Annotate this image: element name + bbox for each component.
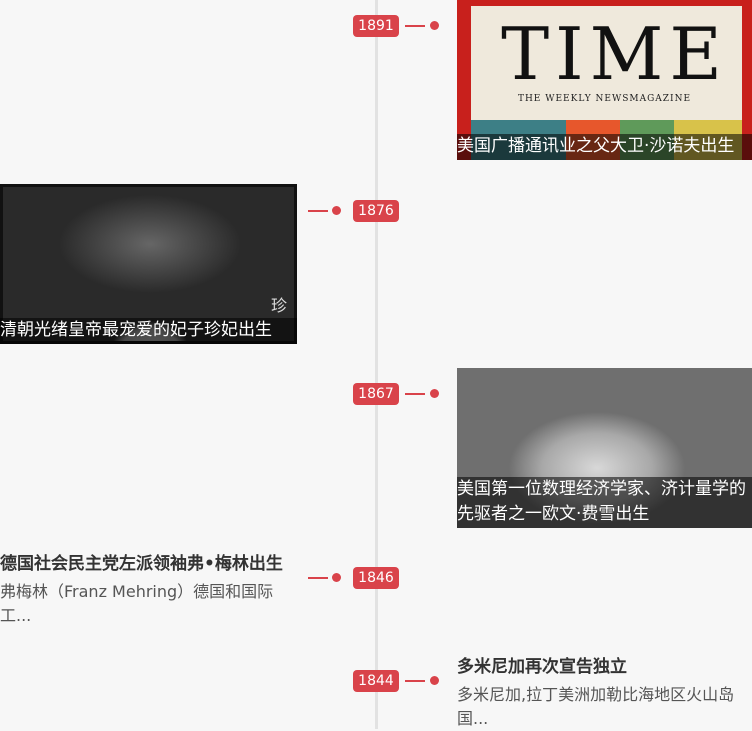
year-badge: 1876 xyxy=(353,200,399,222)
timeline-axis xyxy=(375,0,378,729)
time-logo: TIME xyxy=(501,12,728,96)
event-title[interactable]: 多米尼加再次宣告独立 xyxy=(457,655,752,679)
year-badge: 1867 xyxy=(353,383,399,405)
timeline-dot xyxy=(332,573,341,582)
event-description: 弗梅林（Franz Mehring）德国和国际工... xyxy=(0,582,274,625)
event-caption[interactable]: 美国第一位数理经济学家、济计量学的先驱者之一欧文·费雪出生 xyxy=(457,477,752,528)
connector-line xyxy=(308,577,328,579)
connector-line xyxy=(405,680,425,682)
event-text-card[interactable]: 德国社会民主党左派领袖弗•梅林出生 弗梅林（Franz Mehring）德国和国… xyxy=(0,552,295,628)
timeline-dot xyxy=(430,389,439,398)
event-card-image[interactable]: TIME THE WEEKLY NEWSMAGAZINE 美国广播通讯业之父大卫… xyxy=(457,0,752,160)
connector-line xyxy=(405,25,425,27)
event-card-image[interactable]: 珍 清朝光绪皇帝最宠爱的妃子珍妃出生 xyxy=(0,184,297,344)
time-subtitle: THE WEEKLY NEWSMAGAZINE xyxy=(517,94,692,104)
timeline-dot xyxy=(430,676,439,685)
event-description: 多米尼加,拉丁美洲加勒比海地区火山岛国... xyxy=(457,685,735,728)
connector-line xyxy=(405,393,425,395)
event-title[interactable]: 德国社会民主党左派领袖弗•梅林出生 xyxy=(0,552,295,576)
timeline-dot xyxy=(332,206,341,215)
connector-line xyxy=(308,210,328,212)
event-caption[interactable]: 清朝光绪皇帝最宠爱的妃子珍妃出生 xyxy=(0,318,297,344)
year-badge: 1844 xyxy=(353,670,399,692)
event-text-card[interactable]: 多米尼加再次宣告独立 多米尼加,拉丁美洲加勒比海地区火山岛国... xyxy=(457,655,752,731)
event-caption[interactable]: 美国广播通讯业之父大卫·沙诺夫出生 xyxy=(457,134,752,160)
timeline-dot xyxy=(430,21,439,30)
year-badge: 1891 xyxy=(353,15,399,37)
photo-watermark: 珍 xyxy=(270,296,287,315)
year-badge: 1846 xyxy=(353,567,399,589)
event-card-image[interactable]: 美国第一位数理经济学家、济计量学的先驱者之一欧文·费雪出生 xyxy=(457,368,752,528)
